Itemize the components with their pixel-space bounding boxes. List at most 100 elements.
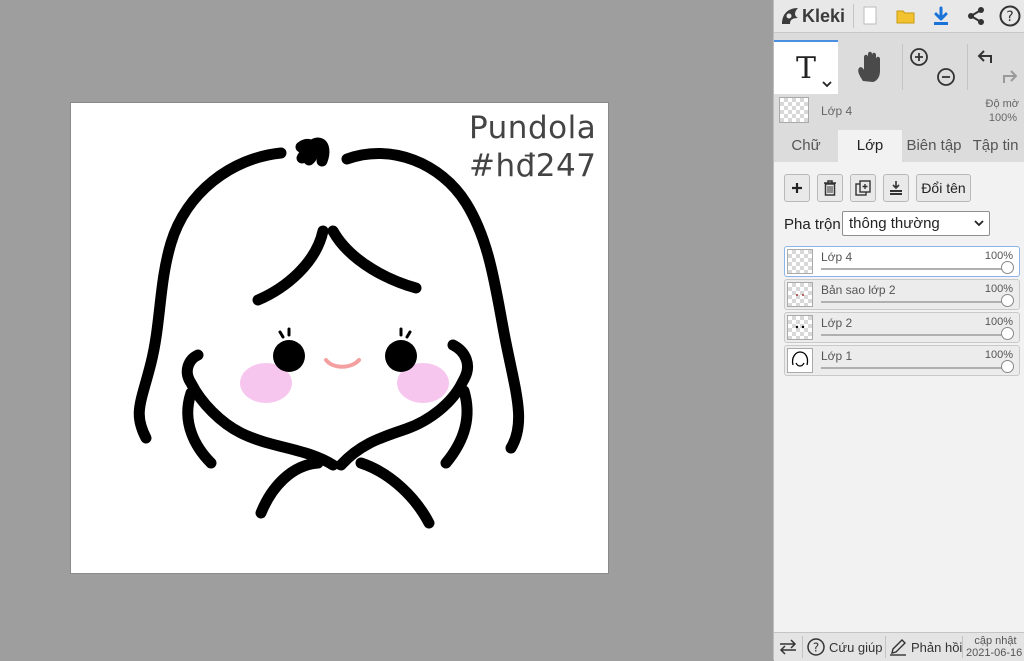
layers-tab-content: Đổi tên Pha trộn thông thường Lớp 4 100%… <box>774 162 1024 632</box>
left-eyelash <box>278 327 291 339</box>
bottom-divider <box>962 636 963 658</box>
merge-down-button[interactable] <box>883 174 909 202</box>
help-icon: ? <box>807 638 825 656</box>
app-name: Kleki <box>802 5 846 26</box>
open-folder-icon[interactable] <box>894 4 918 28</box>
neck-left-stroke <box>255 457 324 519</box>
slider-knob[interactable] <box>1001 294 1014 307</box>
blend-mode-label: Pha trộn <box>784 216 841 233</box>
tab-edit[interactable]: Biên tập <box>902 130 966 162</box>
tool-divider-2 <box>967 44 968 90</box>
download-icon[interactable] <box>929 4 953 28</box>
neck-right-stroke <box>355 457 435 529</box>
blend-mode-value: thông thường <box>849 215 940 232</box>
zoom-in-button[interactable] <box>904 44 934 70</box>
layer-opacity-slider[interactable] <box>821 367 1007 369</box>
blend-mode-select[interactable]: thông thường <box>842 211 990 236</box>
help-button[interactable]: ? Cứu giúp <box>807 633 883 661</box>
kleki-logo-icon <box>782 8 798 24</box>
hand-tool-icon <box>858 51 880 82</box>
layer-item-copy-2[interactable]: Bản sao lớp 2 100% <box>784 279 1020 310</box>
swap-arrows-icon <box>779 639 797 655</box>
merge-down-icon <box>890 181 902 195</box>
kleki-logo[interactable]: Kleki <box>780 4 845 28</box>
layer-item-4[interactable]: Lớp 4 100% <box>784 246 1020 277</box>
canvas-workspace[interactable]: Pundola #hđ247 <box>0 0 773 660</box>
pen-feedback-icon <box>890 639 906 656</box>
tool-divider <box>902 44 903 90</box>
canvas-text-line2: #hđ247 <box>469 148 597 184</box>
layer-name: Lớp 2 <box>821 316 853 330</box>
layer-name: Lớp 4 <box>821 250 853 264</box>
bottom-bar: ? Cứu giúp Phản hồi cập nhật 2021-06-16 <box>774 632 1024 661</box>
top-toolbar: Kleki ? <box>774 0 1024 33</box>
layer-item-2[interactable]: Lớp 2 100% <box>784 312 1020 343</box>
right-eyelash <box>399 327 412 339</box>
layer-thumbnail <box>787 282 813 307</box>
duplicate-icon <box>855 180 871 196</box>
svg-text:?: ? <box>813 641 819 655</box>
zoom-out-icon <box>937 68 955 86</box>
hair-right-outline <box>341 147 525 454</box>
new-file-icon[interactable] <box>858 4 882 28</box>
layer-opacity-slider[interactable] <box>821 334 1007 336</box>
hand-tool-button[interactable] <box>838 40 902 94</box>
slider-knob[interactable] <box>1001 327 1014 340</box>
tab-text[interactable]: Chữ <box>774 130 838 162</box>
bottom-divider <box>885 636 886 658</box>
help-label: Cứu giúp <box>829 639 883 655</box>
feedback-label: Phản hồi <box>911 639 963 655</box>
bangs-right-stroke <box>327 225 422 294</box>
zoom-in-icon <box>910 48 928 66</box>
canvas-text-line1: Pundola <box>469 110 597 146</box>
active-layer-name: Lớp 4 <box>821 104 853 118</box>
left-eye <box>273 340 305 372</box>
bottom-divider <box>802 636 803 658</box>
slider-knob[interactable] <box>1001 360 1014 373</box>
bangs-left-stroke <box>252 225 329 306</box>
zoom-out-button[interactable] <box>931 64 961 90</box>
redo-icon <box>1003 70 1018 83</box>
feedback-button[interactable]: Phản hồi <box>889 633 962 661</box>
update-date: 2021-06-16 <box>966 647 1023 659</box>
layer-opacity-slider[interactable] <box>821 268 1007 270</box>
rename-layer-button[interactable]: Đổi tên <box>916 174 971 202</box>
share-icon[interactable] <box>964 4 988 28</box>
drawing-canvas[interactable]: Pundola #hđ247 <box>71 103 608 573</box>
tab-layers[interactable]: Lớp <box>838 130 902 162</box>
plus-icon <box>792 183 802 193</box>
chevron-down-icon[interactable] <box>822 80 832 88</box>
duplicate-layer-button[interactable] <box>850 174 876 202</box>
mouth-smile <box>324 358 361 369</box>
opacity-value: 100% <box>988 112 1017 124</box>
layer-opacity-slider[interactable] <box>821 301 1007 303</box>
active-layer-info: Lớp 4 Độ mờ 100% <box>774 96 1024 130</box>
undo-icon <box>977 50 992 63</box>
right-eye <box>385 340 417 372</box>
slider-knob[interactable] <box>1001 261 1014 274</box>
trash-icon <box>824 180 836 196</box>
update-info[interactable]: cập nhật 2021-06-16 <box>966 635 1024 659</box>
layer-name: Lớp 1 <box>821 349 853 363</box>
layer-name: Bản sao lớp 2 <box>821 283 896 297</box>
help-icon[interactable]: ? <box>998 4 1022 28</box>
layer-thumbnail <box>787 315 813 340</box>
layer-item-1[interactable]: Lớp 1 100% <box>784 345 1020 376</box>
swap-side-button[interactable] <box>779 633 797 661</box>
update-label: cập nhật <box>974 635 1017 647</box>
side-panel: Kleki ? T Lớp 4 Độ mờ 100% Chữ Lớp Biên … <box>773 0 1024 661</box>
svg-text:?: ? <box>1006 9 1013 25</box>
active-layer-thumbnail <box>779 97 809 123</box>
text-tool-button[interactable]: T <box>774 40 838 94</box>
layer-thumbnail <box>787 348 813 373</box>
opacity-label: Độ mờ <box>985 98 1020 110</box>
tab-file[interactable]: Tập tin <box>966 130 1024 162</box>
delete-layer-button[interactable] <box>817 174 843 202</box>
redo-button[interactable] <box>996 64 1024 90</box>
toolbar-divider <box>853 4 854 28</box>
chevron-down-icon <box>974 220 984 227</box>
tool-row: T <box>774 40 1024 96</box>
add-layer-button[interactable] <box>784 174 810 202</box>
layer-thumbnail <box>787 249 813 274</box>
undo-button[interactable] <box>971 44 999 70</box>
